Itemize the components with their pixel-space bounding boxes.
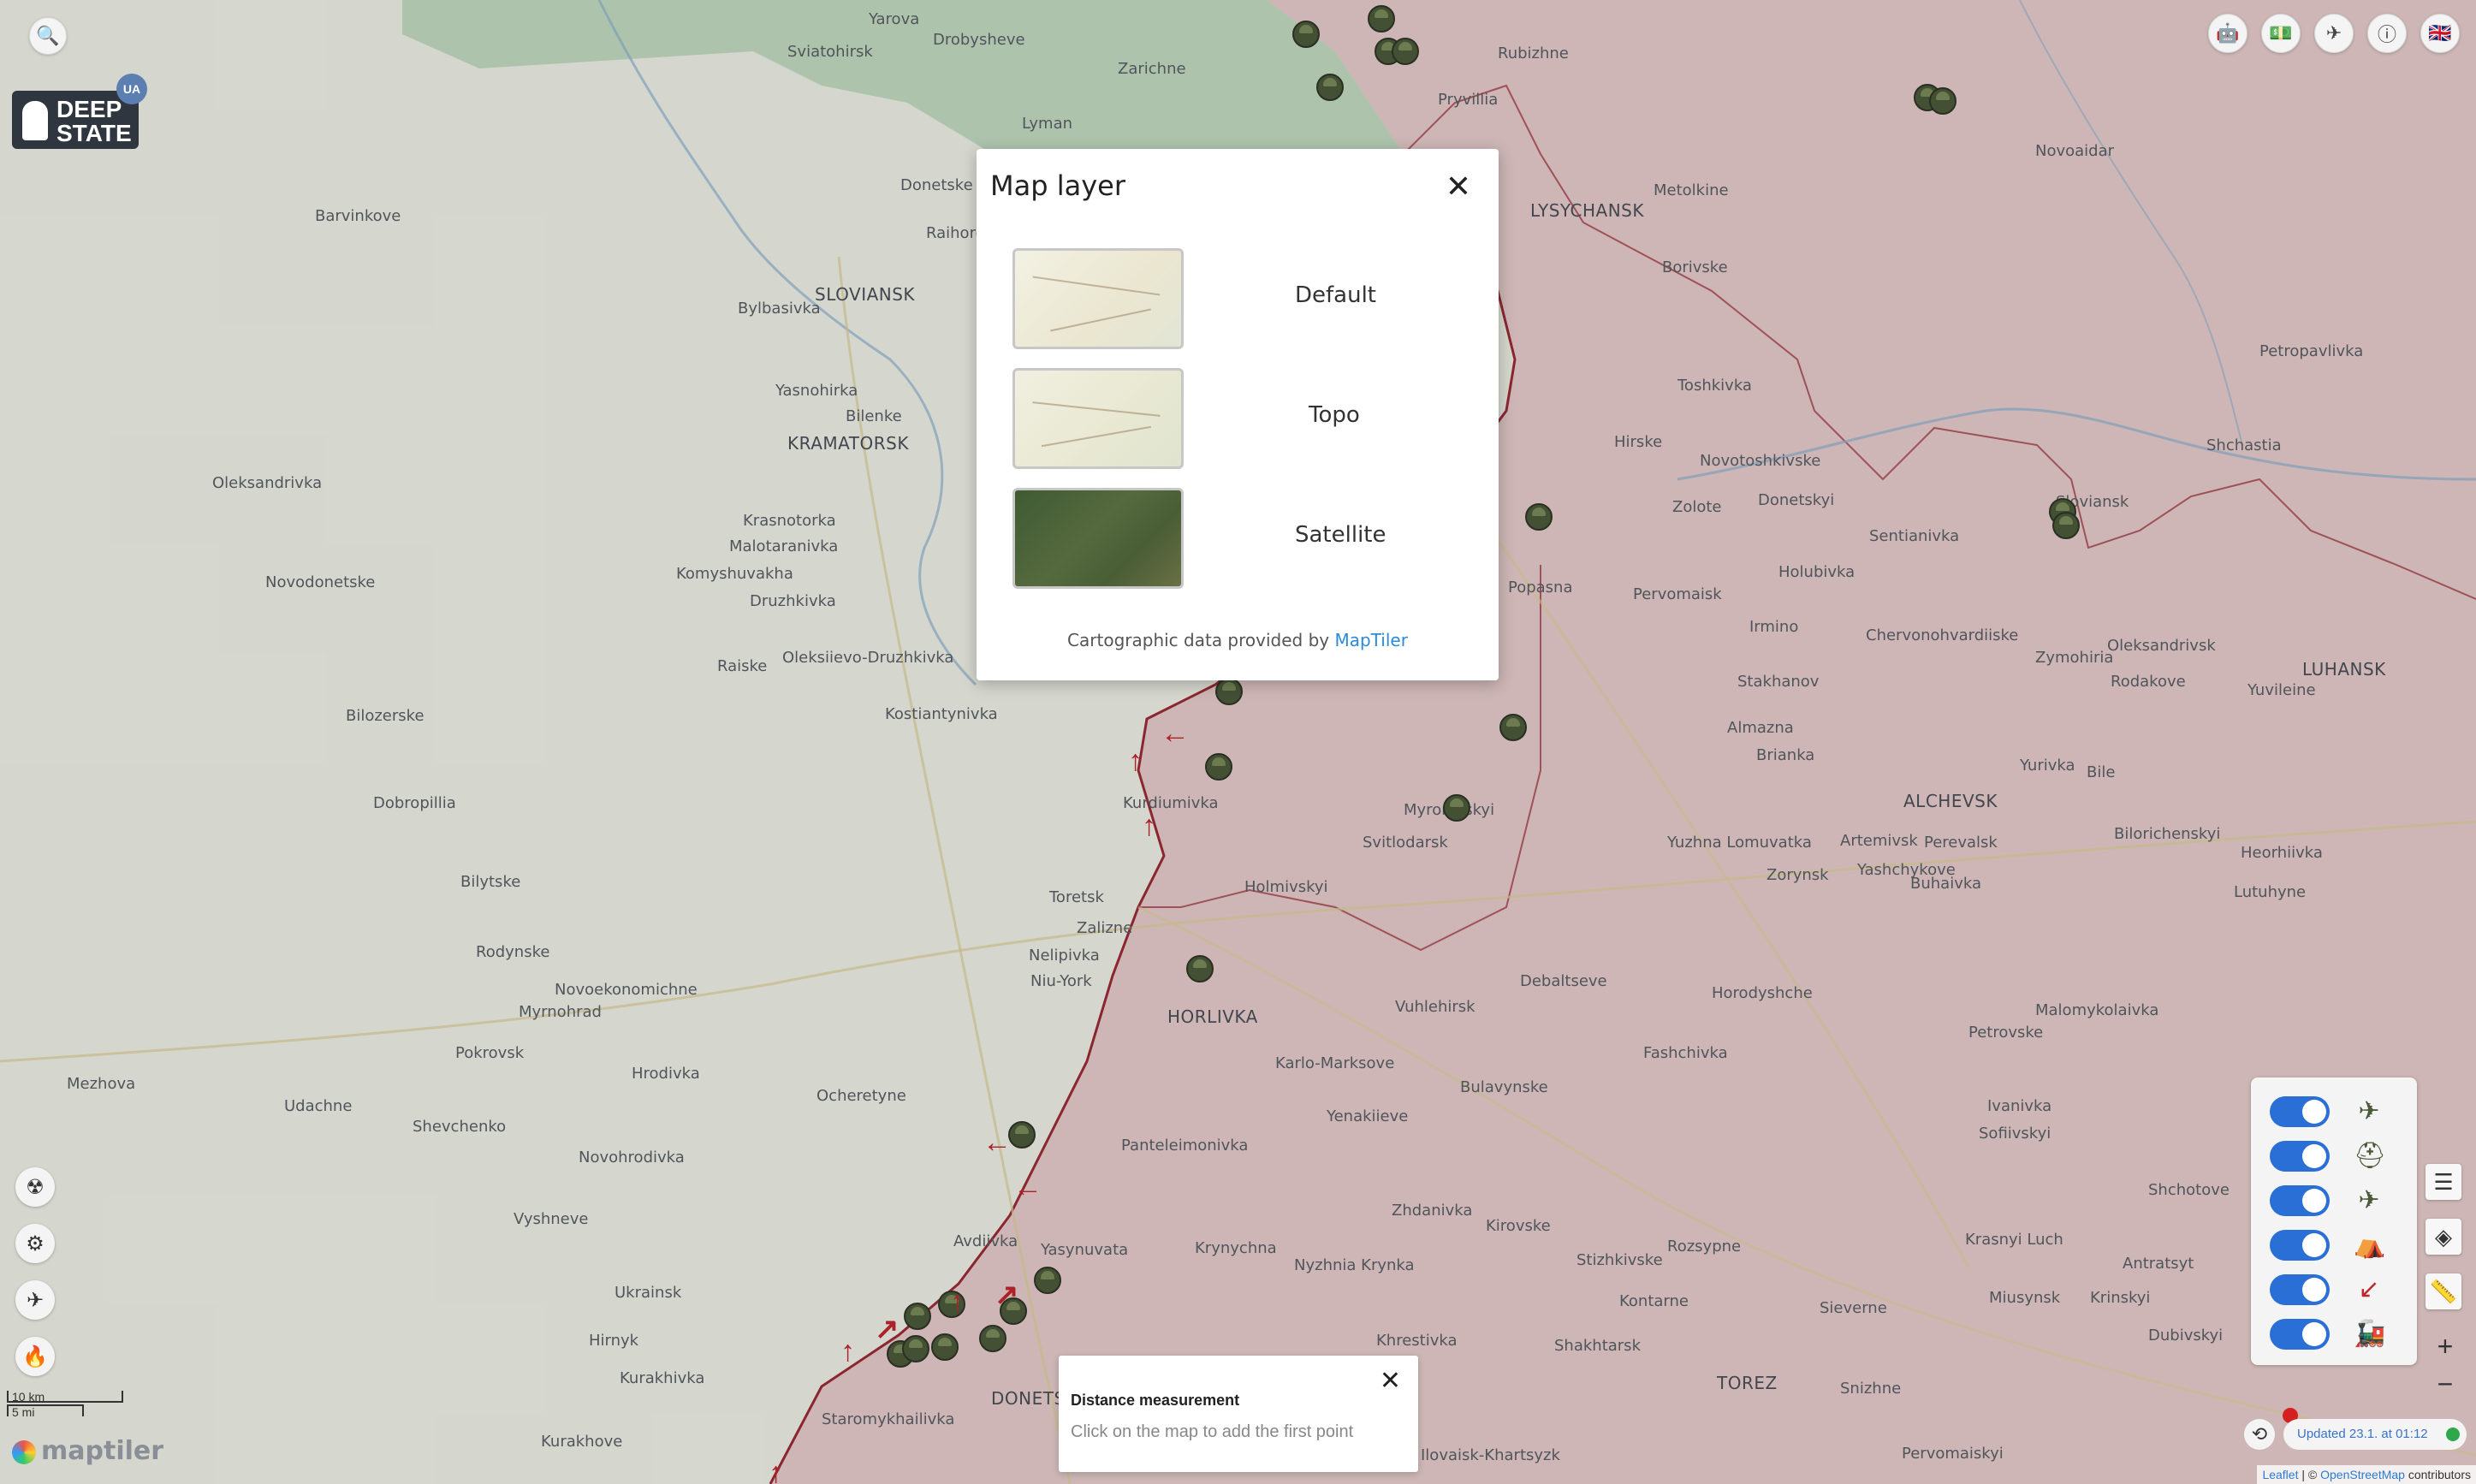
modal-title: Map layer xyxy=(990,169,1125,202)
info-glyph: ⓘ xyxy=(2377,24,2396,45)
logo-emblem-icon xyxy=(22,101,48,140)
credit-text: Cartographic data provided by xyxy=(1067,630,1335,650)
cartographic-credit: Cartographic data provided by MapTiler xyxy=(977,630,1499,650)
logo-line1: DEEP xyxy=(56,96,122,122)
filter-row-airfields[interactable]: ✈ xyxy=(2270,1182,2407,1220)
bot-glyph: 🤖 xyxy=(2216,22,2240,44)
layer-option-satellite[interactable]: Satellite xyxy=(1012,488,1449,592)
filter-row-railway[interactable]: 🚂 xyxy=(2270,1315,2407,1353)
updated-status[interactable]: Updated 23.1. at 01:12 xyxy=(2283,1419,2467,1450)
layer-thumbnail-default[interactable] xyxy=(1012,248,1184,349)
leaflet-link[interactable]: Leaflet xyxy=(2262,1468,2298,1481)
layers-icon[interactable]: ◈ xyxy=(2426,1219,2461,1255)
telegram-glyph: ✈ xyxy=(2325,22,2342,44)
layer-label-topo[interactable]: Topo xyxy=(1309,402,1360,428)
donate-glyph: 💵 xyxy=(2269,22,2293,44)
attribution-sep: | © xyxy=(2298,1468,2321,1481)
hq-tent-icon: ⛺ xyxy=(2354,1231,2386,1259)
layer-option-topo[interactable]: Topo xyxy=(1012,368,1449,472)
maptiler-brand: maptiler xyxy=(41,1436,164,1466)
history-icon[interactable]: ⟲ xyxy=(2244,1419,2275,1450)
bot-icon[interactable]: 🤖 xyxy=(2208,14,2247,53)
toggle-switch[interactable] xyxy=(2270,1141,2330,1172)
filter-row-units[interactable]: ⛑ xyxy=(2270,1137,2407,1175)
attribution-suffix: contributors xyxy=(2404,1468,2471,1481)
airplane-icon[interactable]: ✈ xyxy=(15,1280,55,1320)
close-icon[interactable]: ✕ xyxy=(1446,171,1471,202)
nuclear-icon[interactable]: ☢ xyxy=(15,1167,55,1207)
airfield-icon: ✈ xyxy=(2358,1186,2380,1214)
toggle-switch[interactable] xyxy=(2270,1185,2330,1216)
ship-icon[interactable]: ⚙ xyxy=(15,1224,55,1263)
soldier-icon: ⛑ xyxy=(2354,1142,2387,1170)
maptiler-logo-icon xyxy=(12,1439,36,1464)
updated-text: Updated 23.1. at 01:12 xyxy=(2297,1427,2428,1441)
distance-hint: Click on the map to add the first point xyxy=(1071,1422,1354,1441)
scale-mi: 5 mi xyxy=(7,1404,84,1418)
language-flag-icon[interactable]: 🇬🇧 xyxy=(2420,14,2460,53)
telegram-icon[interactable]: ✈ xyxy=(2314,14,2354,53)
aircraft-icon: ✈ xyxy=(2358,1097,2380,1125)
info-icon[interactable]: ⓘ xyxy=(2367,14,2407,53)
settings-sliders-icon[interactable]: ☰ xyxy=(2426,1164,2461,1200)
filter-row-hq[interactable]: ⛺ xyxy=(2270,1226,2407,1264)
flag-glyph: 🇬🇧 xyxy=(2428,22,2452,44)
attack-direction-icon: ↙ xyxy=(2358,1275,2380,1303)
close-icon[interactable]: ✕ xyxy=(1380,1366,1401,1396)
filter-row-aircraft[interactable]: ✈ xyxy=(2270,1093,2407,1131)
logo-line2: STATE xyxy=(56,120,132,146)
deepstate-logo[interactable]: DEEP STATE UA xyxy=(12,74,147,149)
toggle-switch[interactable] xyxy=(2270,1230,2330,1261)
toggle-switch[interactable] xyxy=(2270,1319,2330,1350)
layer-option-default[interactable]: Default xyxy=(1012,248,1449,353)
maptiler-link[interactable]: MapTiler xyxy=(1334,630,1407,650)
toggle-switch[interactable] xyxy=(2270,1274,2330,1305)
search-icon[interactable]: 🔍 xyxy=(29,17,67,55)
search-glyph: 🔍 xyxy=(36,25,60,46)
layer-thumbnail-satellite[interactable] xyxy=(1012,488,1184,589)
status-ok-icon xyxy=(2446,1428,2460,1441)
distance-measurement-panel: ✕ Distance measurement Click on the map … xyxy=(1059,1356,1418,1472)
filter-row-directions[interactable]: ↙ xyxy=(2270,1271,2407,1309)
scale-km: 10 km xyxy=(7,1391,123,1403)
zoom-in-button[interactable]: + xyxy=(2427,1328,2463,1364)
layer-thumbnail-topo[interactable] xyxy=(1012,368,1184,469)
donate-icon[interactable]: 💵 xyxy=(2261,14,2301,53)
map-attribution: Leaflet | © OpenStreetMap contributors xyxy=(2257,1465,2476,1484)
ruler-icon[interactable]: 📏 xyxy=(2426,1273,2461,1309)
map-scale: 10 km 5 mi xyxy=(7,1391,123,1418)
layer-filter-panel: ✈ ⛑ ✈ ⛺ ↙ 🚂 xyxy=(2251,1077,2417,1365)
train-icon: 🚂 xyxy=(2354,1320,2386,1348)
map-layer-modal: Map layer ✕ Default Topo Satellite Carto… xyxy=(977,149,1499,680)
distance-title: Distance measurement xyxy=(1071,1392,1240,1409)
zoom-out-button[interactable]: − xyxy=(2427,1366,2463,1402)
osm-link[interactable]: OpenStreetMap xyxy=(2320,1468,2405,1481)
layer-label-satellite[interactable]: Satellite xyxy=(1295,522,1386,548)
logo-badge: UA xyxy=(116,74,147,104)
maptiler-logo[interactable]: maptiler xyxy=(12,1436,163,1466)
fire-icon[interactable]: 🔥 xyxy=(15,1337,55,1376)
layer-label-default[interactable]: Default xyxy=(1295,282,1376,308)
toggle-switch[interactable] xyxy=(2270,1096,2330,1127)
